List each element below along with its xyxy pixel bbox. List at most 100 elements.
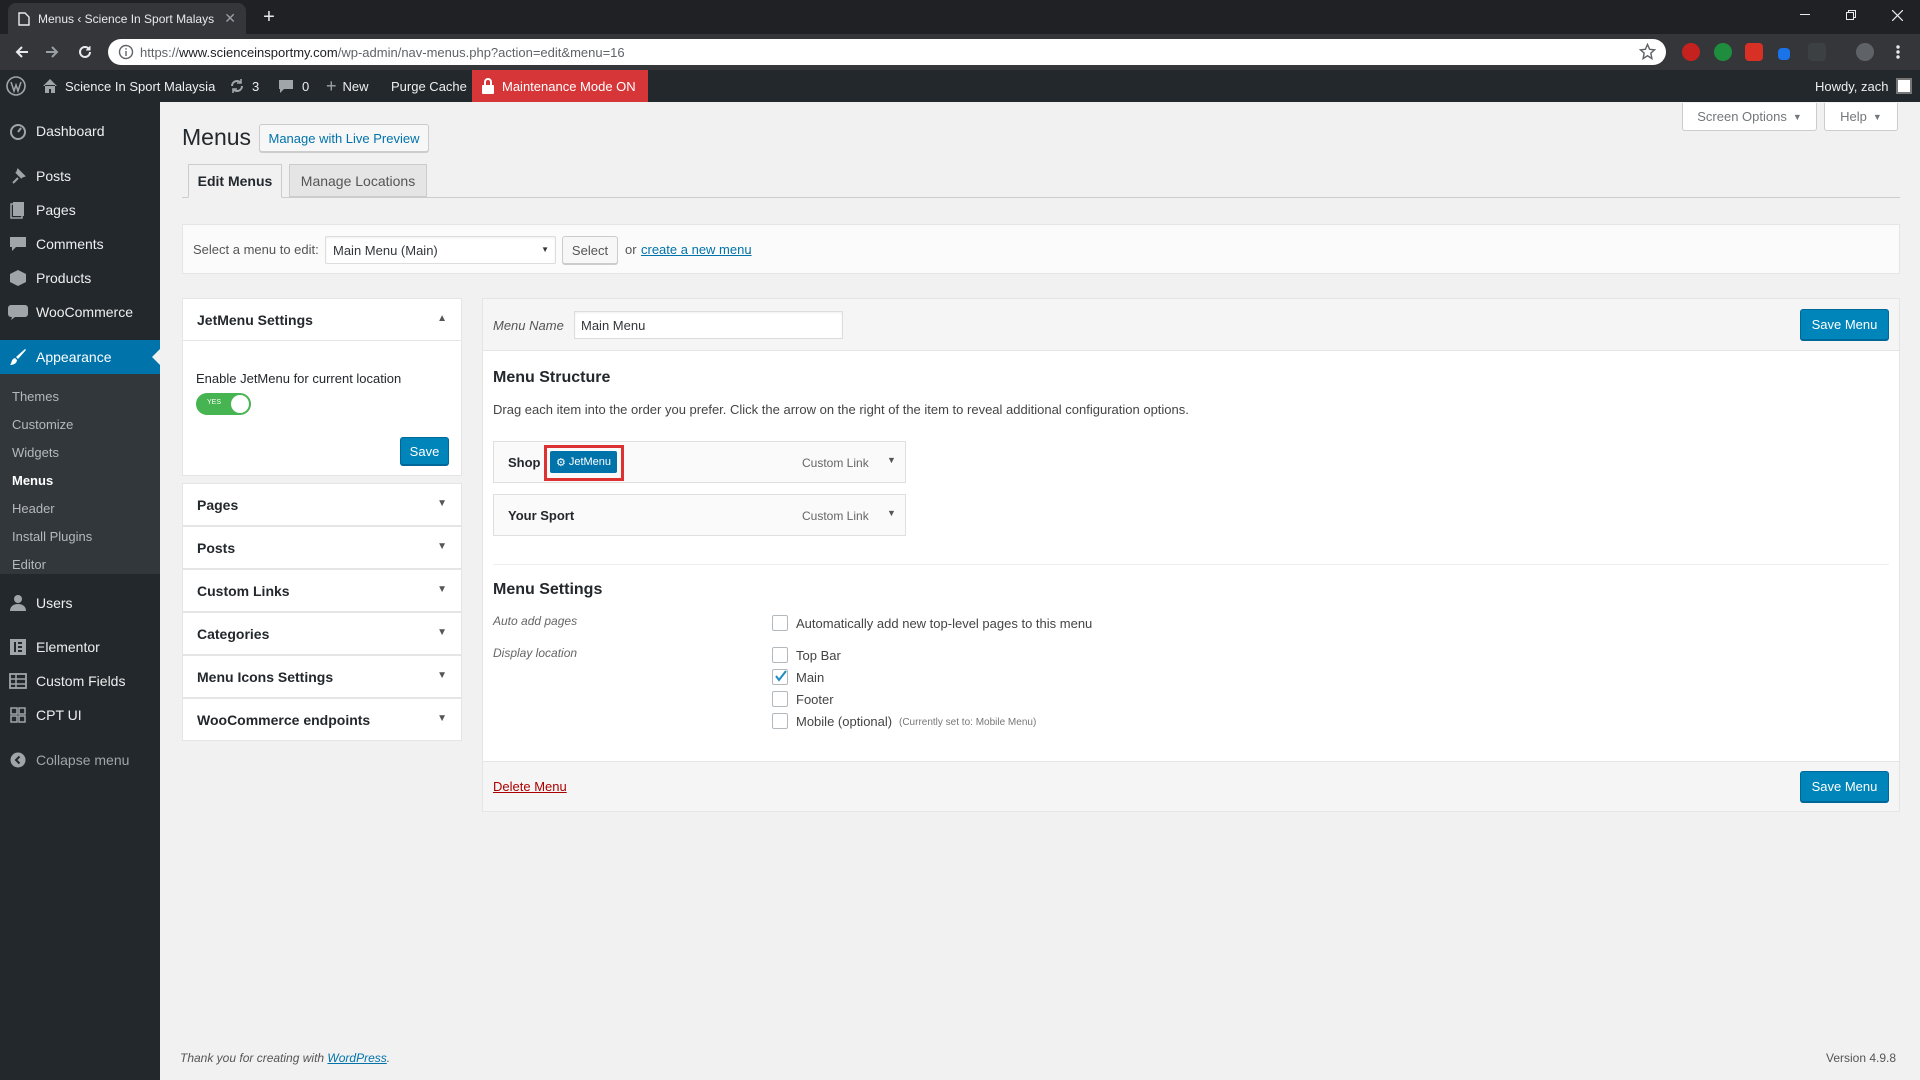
accordion-posts[interactable]: Posts ▼	[182, 526, 462, 569]
submenu-install-plugins[interactable]: Install Plugins	[12, 529, 92, 544]
select-button[interactable]: Select	[562, 236, 618, 264]
profile-avatar-icon[interactable]	[1856, 43, 1874, 61]
comments-link[interactable]: 0	[278, 70, 309, 102]
adblock-extension-icon[interactable]	[1682, 43, 1700, 61]
help-button[interactable]: Help ▼	[1824, 103, 1898, 131]
submenu-menus[interactable]: Menus	[12, 473, 53, 488]
auto-add-pages-checkbox[interactable]	[772, 615, 788, 631]
fields-icon	[0, 673, 36, 689]
tab-edit-menus[interactable]: Edit Menus	[188, 164, 282, 198]
location-footer-checkbox[interactable]	[772, 691, 788, 707]
site-name: Science In Sport Malaysia	[65, 78, 216, 94]
accordion-woocommerce-endpoints[interactable]: WooCommerce endpoints ▼	[182, 698, 462, 741]
sidebar-item-posts[interactable]: Posts	[0, 159, 160, 193]
updates-link[interactable]: 3	[228, 70, 259, 102]
sidebar-item-cpt-ui[interactable]: CPT UI	[0, 698, 160, 732]
accordion-title: Posts	[197, 539, 236, 556]
comment-icon	[0, 235, 36, 253]
sidebar-item-users[interactable]: Users	[0, 586, 160, 620]
sidebar-item-label: Collapse menu	[36, 752, 130, 768]
tab-manage-locations[interactable]: Manage Locations	[289, 164, 427, 197]
submenu-widgets[interactable]: Widgets	[12, 445, 59, 460]
close-tab-icon[interactable]: ✕	[224, 10, 236, 27]
select-menu-bar: Select a menu to edit: Main Menu (Main) …	[182, 224, 1900, 274]
jetmenu-save-button[interactable]: Save	[400, 437, 449, 465]
save-menu-button-top[interactable]: Save Menu	[1800, 309, 1889, 340]
chevron-up-icon: ▲	[437, 313, 447, 324]
purge-cache-link[interactable]: Purge Cache	[391, 70, 467, 102]
submenu-customize[interactable]: Customize	[12, 417, 73, 432]
sidebar-item-dashboard[interactable]: Dashboard	[0, 114, 160, 148]
maintenance-mode-link[interactable]: Maintenance Mode ON	[472, 70, 648, 102]
sidebar-item-custom-fields[interactable]: Custom Fields	[0, 664, 160, 698]
sidebar-item-elementor[interactable]: Elementor	[0, 630, 160, 664]
restore-button[interactable]	[1828, 0, 1874, 30]
chevron-down-icon: ▼	[437, 584, 447, 595]
site-home-link[interactable]: Science In Sport Malaysia	[42, 70, 215, 102]
url-host: www.scienceinsportmy.com	[179, 44, 338, 60]
new-content-link[interactable]: + New	[326, 70, 369, 102]
screen-options-button[interactable]: Screen Options ▼	[1682, 103, 1817, 131]
manage-live-preview-button[interactable]: Manage with Live Preview	[259, 124, 429, 152]
back-arrow-icon[interactable]	[10, 40, 34, 64]
wordpress-link[interactable]: WordPress	[327, 1051, 386, 1065]
menu-item-shop[interactable]: Shop ⚙ JetMenu Custom Link ▼	[493, 441, 906, 483]
menu-item-title: Shop	[508, 455, 541, 470]
browser-tab[interactable]: Menus ‹ Science In Sport Malays ✕	[8, 3, 246, 34]
submenu-themes[interactable]: Themes	[12, 389, 59, 404]
sidebar-item-woocommerce[interactable]: WooCommerce	[0, 295, 160, 329]
enable-jetmenu-toggle[interactable]: YES	[196, 393, 251, 415]
accordion-pages[interactable]: Pages ▼	[182, 483, 462, 526]
box-icon	[0, 269, 36, 287]
submenu-header[interactable]: Header	[12, 501, 55, 516]
info-icon[interactable]	[118, 44, 134, 60]
save-menu-button-bottom[interactable]: Save Menu	[1800, 771, 1889, 802]
accordion-custom-links[interactable]: Custom Links ▼	[182, 569, 462, 612]
minimize-button[interactable]	[1782, 0, 1828, 30]
reload-icon[interactable]	[73, 40, 97, 64]
menu-item-your-sport[interactable]: Your Sport Custom Link ▼	[493, 494, 906, 536]
address-bar[interactable]: https://www.scienceinsportmy.com/wp-admi…	[108, 39, 1666, 65]
blue-extension-icon[interactable]	[1778, 48, 1790, 60]
menu-name-input[interactable]: Main Menu	[574, 311, 843, 339]
submenu-editor[interactable]: Editor	[12, 557, 46, 572]
collapse-icon	[0, 752, 36, 768]
accordion-categories[interactable]: Categories ▼	[182, 612, 462, 655]
jetmenu-settings-header[interactable]: JetMenu Settings ▲	[183, 299, 461, 341]
forward-arrow-icon[interactable]	[40, 40, 64, 64]
collapse-menu-button[interactable]: Collapse menu	[0, 743, 160, 777]
chevron-down-icon[interactable]: ▼	[887, 508, 896, 518]
location-main-checkbox[interactable]	[772, 669, 788, 685]
sidebar-item-pages[interactable]: Pages	[0, 193, 160, 227]
menu-structure-title: Menu Structure	[493, 369, 611, 386]
sidebar-item-products[interactable]: Products	[0, 261, 160, 295]
create-new-menu-link[interactable]: create a new menu	[641, 242, 752, 257]
refresh-icon	[228, 78, 246, 94]
location-mobile-checkbox[interactable]	[772, 713, 788, 729]
current-indicator	[152, 349, 160, 365]
location-top-bar-checkbox[interactable]	[772, 647, 788, 663]
howdy-account-link[interactable]: Howdy, zach	[1815, 70, 1913, 102]
jetmenu-badge-button[interactable]: ⚙ JetMenu	[550, 451, 617, 473]
sidebar-item-appearance[interactable]: Appearance	[0, 340, 160, 374]
sidebar-item-comments[interactable]: Comments	[0, 227, 160, 261]
green-extension-icon[interactable]	[1714, 43, 1732, 61]
wordpress-logo-icon[interactable]	[6, 70, 26, 102]
bookmark-star-icon[interactable]	[1639, 43, 1656, 60]
delete-menu-link[interactable]: Delete Menu	[493, 779, 567, 794]
menu-select-dropdown[interactable]: Main Menu (Main) ▼	[325, 236, 556, 264]
footer-thanks: Thank you for creating with WordPress.	[180, 1051, 390, 1065]
sidebar-item-label: Comments	[36, 236, 104, 252]
chevron-down-icon: ▼	[437, 498, 447, 509]
red-extension-icon[interactable]	[1745, 43, 1763, 61]
plus-icon: +	[326, 76, 337, 96]
menu-management-panel: Menu Name Main Menu Save Menu Menu Struc…	[482, 298, 1900, 812]
menu-item-title: Your Sport	[508, 508, 575, 523]
menu-header: Menu Name Main Menu Save Menu	[483, 299, 1899, 351]
new-tab-button[interactable]: +	[256, 5, 282, 31]
browser-menu-icon[interactable]	[1886, 40, 1910, 64]
close-window-button[interactable]	[1874, 0, 1920, 30]
flag-extension-icon[interactable]	[1808, 43, 1826, 61]
chevron-down-icon[interactable]: ▼	[887, 455, 896, 465]
accordion-menu-icons-settings[interactable]: Menu Icons Settings ▼	[182, 655, 462, 698]
